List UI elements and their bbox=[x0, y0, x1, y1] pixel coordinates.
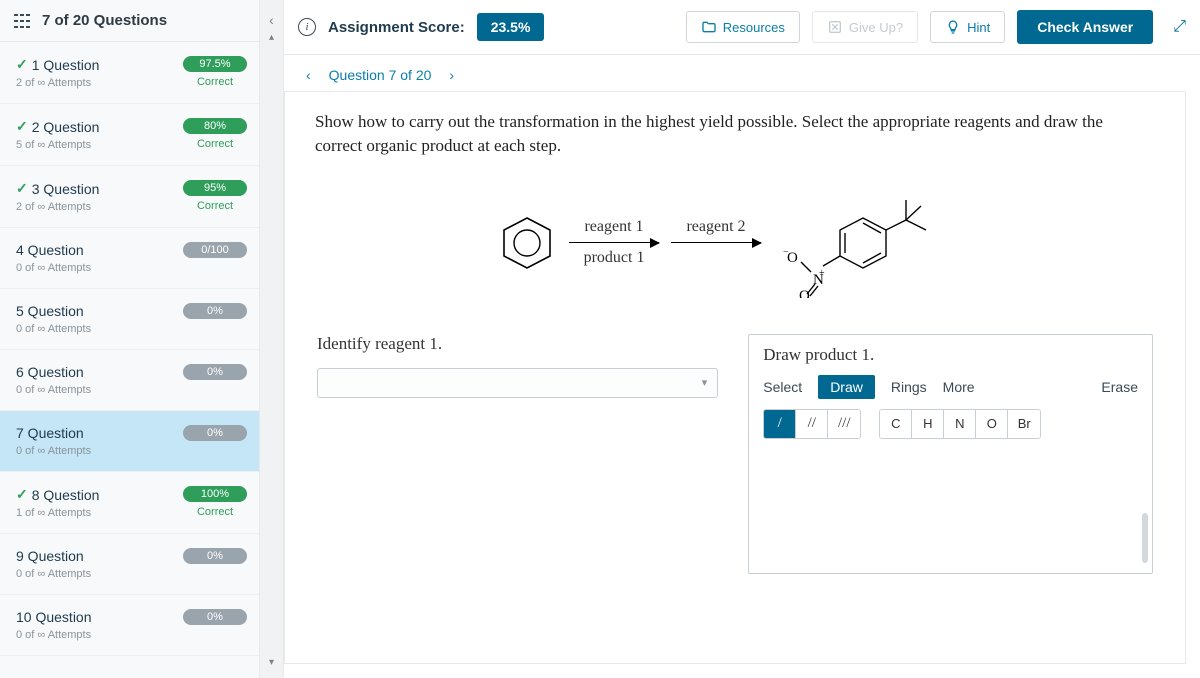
sidebar-collapse-strip: ‹ ▴ ▾ bbox=[260, 0, 284, 678]
menu-icon bbox=[14, 14, 32, 28]
question-sidebar: 7 of 20 Questions ✓1 Question2 of ∞ Atte… bbox=[0, 0, 260, 678]
score-label: Assignment Score: bbox=[328, 19, 465, 36]
sidebar-item-q1[interactable]: ✓1 Question2 of ∞ Attempts97.5%Correct bbox=[0, 42, 259, 104]
giveup-button: Give Up? bbox=[812, 11, 918, 43]
identify-label: Identify reagent 1. bbox=[317, 334, 718, 354]
collapse-chevron-icon[interactable]: ‹ bbox=[269, 12, 274, 28]
score-pill: 0% bbox=[183, 548, 247, 564]
svg-text:−: − bbox=[783, 247, 789, 258]
draw-panel: Draw product 1. Select Draw Rings More E… bbox=[748, 334, 1153, 574]
sidebar-item-q2[interactable]: ✓2 Question5 of ∞ Attempts80%Correct bbox=[0, 104, 259, 166]
main-area: i Assignment Score: 23.5% Resources Give… bbox=[284, 0, 1200, 678]
question-indicator: Question 7 of 20 bbox=[329, 67, 432, 83]
sidebar-item-q5[interactable]: 5 Question0 of ∞ Attempts0% bbox=[0, 289, 259, 350]
tab-select[interactable]: Select bbox=[763, 379, 802, 395]
topbar: i Assignment Score: 23.5% Resources Give… bbox=[284, 0, 1200, 55]
score-value: 23.5% bbox=[477, 13, 545, 41]
elem-btn-o[interactable]: O bbox=[976, 410, 1008, 438]
draw-toolbar: Select Draw Rings More Erase bbox=[749, 365, 1152, 399]
draw-canvas[interactable] bbox=[749, 453, 1152, 573]
score-pill: 100% bbox=[183, 486, 247, 502]
resources-button[interactable]: Resources bbox=[686, 11, 800, 43]
question-content: Show how to carry out the transformation… bbox=[284, 91, 1186, 664]
score-pill: 0% bbox=[183, 303, 247, 319]
reaction-diagram: reagent 1 product 1 reagent 2 bbox=[315, 188, 1155, 298]
check-icon: ✓ bbox=[16, 486, 28, 503]
sidebar-list[interactable]: ✓1 Question2 of ∞ Attempts97.5%Correct✓2… bbox=[0, 42, 259, 678]
prev-question-icon[interactable]: ‹ bbox=[302, 67, 315, 83]
elem-btn-br[interactable]: Br bbox=[1008, 410, 1040, 438]
draw-label: Draw product 1. bbox=[749, 335, 1152, 365]
element-group: CHNOBr bbox=[879, 409, 1041, 439]
scroll-up-icon[interactable]: ▴ bbox=[269, 32, 274, 43]
svg-text:+: + bbox=[819, 268, 825, 279]
score-pill: 95% bbox=[183, 180, 247, 196]
bond-group: ////// bbox=[763, 409, 861, 439]
elem-btn-h[interactable]: H bbox=[912, 410, 944, 438]
score-pill: 0% bbox=[183, 609, 247, 625]
check-icon: ✓ bbox=[16, 118, 28, 135]
sidebar-header[interactable]: 7 of 20 Questions bbox=[0, 0, 259, 42]
canvas-scrollbar[interactable] bbox=[1142, 513, 1148, 563]
score-pill: 0% bbox=[183, 425, 247, 441]
check-answer-button[interactable]: Check Answer bbox=[1017, 10, 1153, 44]
bond-btn-1[interactable]: / bbox=[764, 410, 796, 438]
svg-text:O: O bbox=[799, 288, 810, 298]
tab-draw[interactable]: Draw bbox=[818, 375, 875, 399]
tab-more[interactable]: More bbox=[943, 379, 975, 395]
benzene-start bbox=[497, 213, 557, 273]
product1-column: Draw product 1. Select Draw Rings More E… bbox=[748, 334, 1153, 574]
bond-btn-3[interactable]: /// bbox=[828, 410, 860, 438]
svg-text:O: O bbox=[787, 250, 798, 266]
folder-icon bbox=[701, 19, 717, 35]
bond-element-row: ////// CHNOBr bbox=[749, 399, 1152, 453]
sidebar-item-q8[interactable]: ✓8 Question1 of ∞ Attempts100%Correct bbox=[0, 472, 259, 534]
score-pill: 80% bbox=[183, 118, 247, 134]
arrow-2: reagent 2 bbox=[671, 218, 761, 267]
sidebar-item-q9[interactable]: 9 Question0 of ∞ Attempts0% bbox=[0, 534, 259, 595]
elem-btn-n[interactable]: N bbox=[944, 410, 976, 438]
erase-button[interactable]: Erase bbox=[1101, 379, 1138, 395]
arrow-1: reagent 1 product 1 bbox=[569, 218, 659, 267]
bond-btn-2[interactable]: // bbox=[796, 410, 828, 438]
info-icon[interactable]: i bbox=[298, 18, 316, 36]
tab-rings[interactable]: Rings bbox=[891, 379, 927, 395]
sidebar-item-q3[interactable]: ✓3 Question2 of ∞ Attempts95%Correct bbox=[0, 166, 259, 228]
reagent1-column: Identify reagent 1. bbox=[317, 334, 718, 574]
elem-btn-c[interactable]: C bbox=[880, 410, 912, 438]
target-molecule: N + O O − bbox=[773, 188, 973, 298]
question-nav: ‹ Question 7 of 20 › bbox=[284, 55, 1200, 91]
bulb-icon bbox=[945, 19, 961, 35]
question-prompt: Show how to carry out the transformation… bbox=[315, 110, 1135, 158]
sidebar-item-q10[interactable]: 10 Question0 of ∞ Attempts0% bbox=[0, 595, 259, 656]
sidebar-item-q7[interactable]: 7 Question0 of ∞ Attempts0% bbox=[0, 411, 259, 472]
check-icon: ✓ bbox=[16, 180, 28, 197]
sidebar-title: 7 of 20 Questions bbox=[42, 12, 167, 29]
flag-x-icon bbox=[827, 19, 843, 35]
next-question-icon[interactable]: › bbox=[445, 67, 458, 83]
score-pill: 0/100 bbox=[183, 242, 247, 258]
sidebar-item-q6[interactable]: 6 Question0 of ∞ Attempts0% bbox=[0, 350, 259, 411]
fullscreen-icon[interactable]: ⤢ bbox=[1173, 18, 1186, 36]
answer-row: Identify reagent 1. Draw product 1. Sele… bbox=[315, 334, 1155, 574]
scroll-down-icon[interactable]: ▾ bbox=[269, 657, 274, 668]
reagent1-dropdown[interactable] bbox=[317, 368, 718, 398]
sidebar-item-q4[interactable]: 4 Question0 of ∞ Attempts0/100 bbox=[0, 228, 259, 289]
check-icon: ✓ bbox=[16, 56, 28, 73]
score-pill: 97.5% bbox=[183, 56, 247, 72]
hint-button[interactable]: Hint bbox=[930, 11, 1005, 43]
score-pill: 0% bbox=[183, 364, 247, 380]
